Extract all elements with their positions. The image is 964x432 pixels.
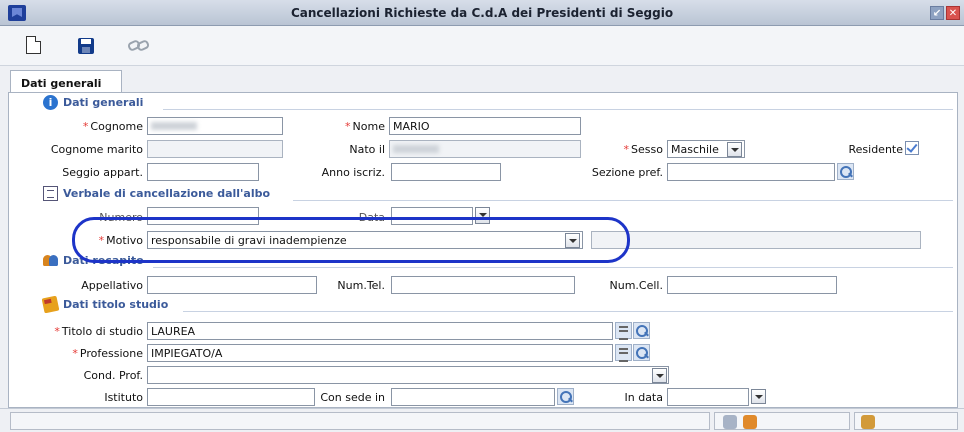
in-data-field[interactable] xyxy=(667,388,749,406)
title-bar: Cancellazioni Richieste da C.d.A dei Pre… xyxy=(0,0,964,26)
anno-iscriz-label: Anno iscriz. xyxy=(321,166,385,179)
motivo-note-field[interactable] xyxy=(591,231,921,249)
nato-il-field[interactable] xyxy=(389,140,581,158)
books-icon xyxy=(41,295,60,314)
nome-label: * Nome xyxy=(345,120,385,133)
in-data-label: In data xyxy=(624,391,664,404)
titolo-studio-list-icon[interactable] xyxy=(615,322,632,340)
cond-prof-select[interactable] xyxy=(147,366,669,384)
section-title: Dati generali xyxy=(63,96,144,109)
sesso-dropdown-button[interactable] xyxy=(727,142,742,157)
professione-list-icon[interactable] xyxy=(615,344,632,362)
seggio-appart-field[interactable] xyxy=(147,163,259,181)
cognome-label: * Cognome xyxy=(82,120,143,133)
cognome-marito-field[interactable] xyxy=(147,140,283,158)
cond-prof-label: Cond. Prof. xyxy=(83,369,143,382)
titolo-studio-search-icon[interactable] xyxy=(633,322,650,339)
in-data-calendar-button[interactable] xyxy=(751,389,766,404)
istituto-field[interactable] xyxy=(147,388,315,406)
tab-strip: Dati generali xyxy=(0,66,964,93)
restore-window-button[interactable]: ↙ xyxy=(930,6,944,20)
anno-iscriz-field[interactable] xyxy=(391,163,501,181)
document-icon xyxy=(43,186,58,201)
professione-field[interactable]: IMPIEGATO/A xyxy=(147,344,613,362)
save-icon[interactable] xyxy=(78,38,94,54)
num-cell-field[interactable] xyxy=(667,276,837,294)
nome-field[interactable]: MARIO xyxy=(389,117,581,135)
nato-il-label: Nato il xyxy=(349,143,385,156)
contacts-icon xyxy=(43,253,58,268)
section-dati-generali: i Dati generali xyxy=(43,95,953,113)
motivo-highlight-annotation xyxy=(72,217,630,263)
cognome-field[interactable] xyxy=(147,117,283,135)
window-title: Cancellazioni Richieste da C.d.A dei Pre… xyxy=(290,6,674,20)
professione-search-icon[interactable] xyxy=(633,344,650,361)
section-title: Verbale di cancellazione dall'albo xyxy=(63,187,271,200)
appellativo-label: Appellativo xyxy=(81,279,143,292)
cond-prof-dropdown-button[interactable] xyxy=(652,368,667,383)
istituto-label: Istituto xyxy=(104,391,143,404)
section-verbale: Verbale di cancellazione dall'albo xyxy=(43,186,953,204)
residente-checkbox[interactable] xyxy=(905,141,919,155)
sesso-label: * Sesso xyxy=(623,143,663,156)
status-cell xyxy=(10,412,710,430)
new-document-icon[interactable] xyxy=(26,36,41,54)
num-tel-field[interactable] xyxy=(391,276,575,294)
sezione-pref-field[interactable] xyxy=(667,163,835,181)
toolbar xyxy=(0,26,964,66)
application-window: Cancellazioni Richieste da C.d.A dei Pre… xyxy=(0,0,964,432)
num-cell-label: Num.Cell. xyxy=(609,279,663,292)
status-cell-icons xyxy=(714,412,850,430)
con-sede-in-label: Con sede in xyxy=(320,391,385,404)
info-icon: i xyxy=(43,95,58,110)
tab-dati-generali[interactable]: Dati generali xyxy=(10,70,122,93)
residente-label: Residente xyxy=(848,143,903,156)
section-title: Dati titolo studio xyxy=(63,298,169,311)
con-sede-in-field[interactable] xyxy=(391,388,555,406)
sezione-pref-search-icon[interactable] xyxy=(837,163,854,180)
user-icon[interactable] xyxy=(743,415,757,429)
num-tel-label: Num.Tel. xyxy=(337,279,385,292)
status-cell-user xyxy=(854,412,958,430)
link-icon[interactable] xyxy=(126,38,152,53)
users-icon[interactable] xyxy=(861,415,875,429)
appellativo-field[interactable] xyxy=(147,276,317,294)
titolo-studio-label: * Titolo di studio xyxy=(54,325,143,338)
con-sede-in-search-icon[interactable] xyxy=(557,388,574,405)
status-bar xyxy=(0,408,964,432)
cognome-marito-label: Cognome marito xyxy=(50,143,143,156)
close-window-button[interactable]: ✕ xyxy=(946,6,960,20)
seggio-appart-label: Seggio appart. xyxy=(62,166,143,179)
sezione-pref-label: Sezione pref. xyxy=(591,166,663,179)
settings-icon[interactable] xyxy=(723,415,737,429)
professione-label: * Professione xyxy=(72,347,143,360)
section-titolo-studio: Dati titolo studio xyxy=(41,295,953,315)
titolo-studio-field[interactable]: LAUREA xyxy=(147,322,613,340)
